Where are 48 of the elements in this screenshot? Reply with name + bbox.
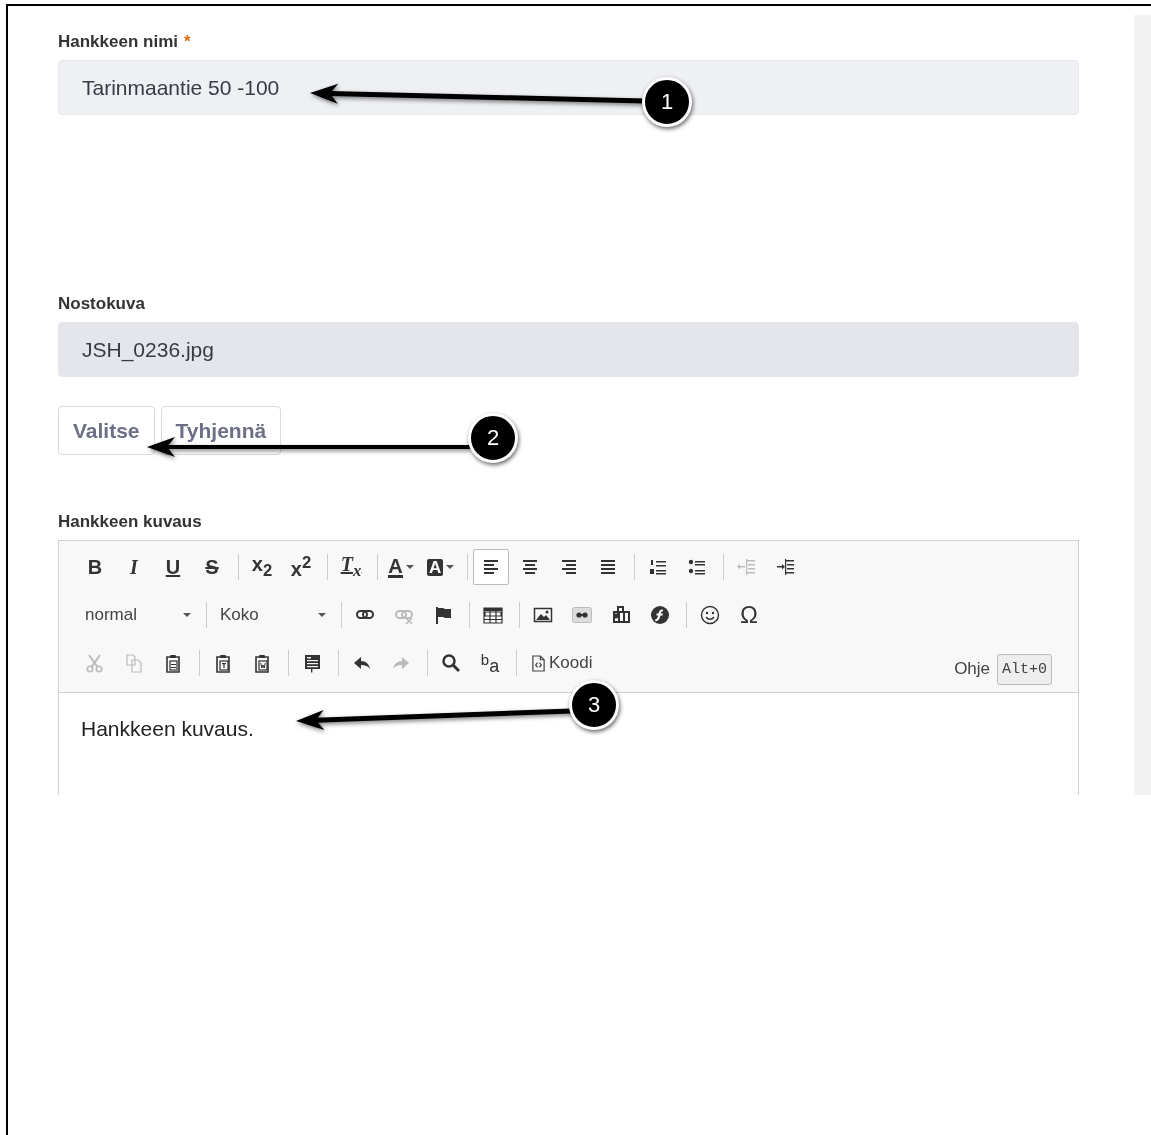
numbered-list-icon: [648, 557, 669, 577]
field-label: Nostokuva: [58, 294, 145, 314]
indent-icon: [776, 557, 797, 577]
table-icon: [483, 605, 503, 625]
source-icon: [531, 654, 546, 672]
image-icon: [533, 605, 553, 625]
source-button[interactable]: Koodi: [522, 645, 602, 681]
image-input-field[interactable]: JSH_0236.jpg: [58, 322, 1080, 377]
form-button[interactable]: Tyhjennä: [160, 406, 282, 455]
paste-text-icon: [213, 653, 233, 673]
bullet-list-icon: [687, 557, 708, 577]
remove-format-button[interactable]: T$_{x}$: [333, 549, 369, 585]
toolbar-dropdown[interactable]: normal: [77, 598, 199, 632]
required-mark: *: [184, 32, 191, 52]
field-label: Hankkeen nimi: [58, 32, 178, 52]
cut-icon: [85, 653, 105, 673]
bold-button[interactable]: B: [77, 549, 113, 585]
search-icon: [441, 653, 461, 673]
italic-button[interactable]: I: [116, 549, 152, 585]
paste-word-icon: [252, 653, 272, 673]
caret-icon: [183, 613, 191, 617]
form-button[interactable]: Valitse: [58, 406, 155, 455]
toolbar-dropdown[interactable]: Koko: [212, 598, 334, 632]
caret-icon: [318, 613, 326, 617]
caret-icon: [446, 565, 455, 569]
help-label: Ohje: [954, 659, 991, 679]
dots-icon: [572, 605, 592, 625]
paste-icon: [163, 653, 183, 673]
underline-button[interactable]: U: [155, 549, 191, 585]
bg-color-button[interactable]: A: [422, 549, 460, 585]
text-color-button[interactable]: A: [383, 549, 419, 585]
document-icon: [302, 653, 322, 673]
special-char-button[interactable]: Ω: [731, 597, 767, 633]
superscript-button[interactable]: x$^{2}$: [283, 549, 319, 585]
smiley-icon: [700, 605, 720, 625]
copy-icon: [124, 653, 144, 673]
callout-badge: 2: [468, 413, 518, 463]
flag-icon: [433, 605, 453, 625]
editor-text: Hankkeen kuvaus.: [81, 717, 254, 741]
strike-button[interactable]: S: [194, 549, 230, 585]
field-label: Hankkeen kuvaus: [58, 512, 202, 532]
outdent-icon: [737, 557, 758, 577]
align-left-button[interactable]: [473, 549, 510, 585]
flash-icon: [650, 605, 670, 625]
subscript-button[interactable]: x$_{2}$: [244, 549, 280, 585]
caret-icon: [405, 565, 414, 569]
shortcut-key: Alt+0: [997, 654, 1053, 685]
replace-button[interactable]: $^{b}$a: [472, 645, 508, 681]
